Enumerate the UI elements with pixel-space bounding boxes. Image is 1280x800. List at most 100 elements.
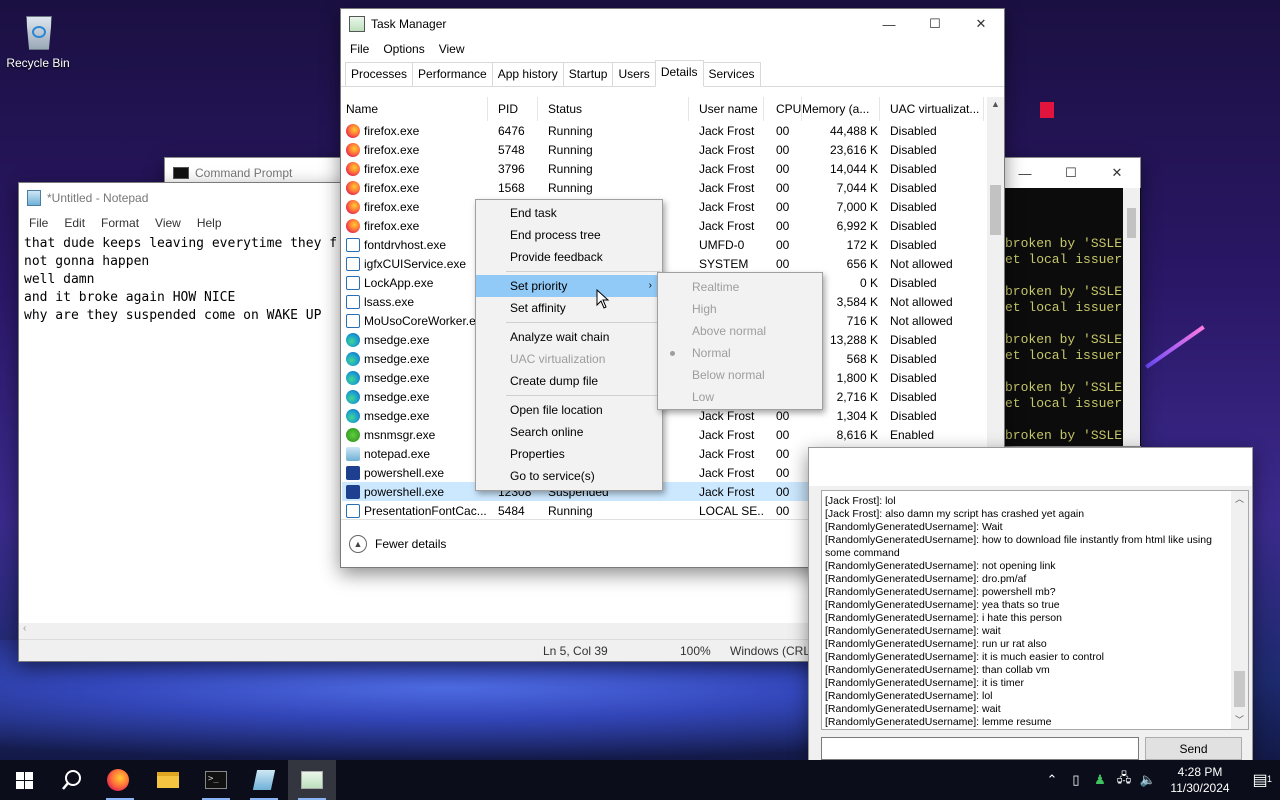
taskbar-command-prompt[interactable]: >_	[192, 760, 240, 800]
people-icon[interactable]: ♟	[1088, 772, 1112, 788]
process-row[interactable]: fontdrvhost.exe UMFD-0 00 172 K Disabled	[342, 235, 1004, 254]
tab-app-history[interactable]: App history	[491, 62, 564, 86]
menu-item-create-dump-file[interactable]: Create dump file	[476, 370, 662, 392]
network-icon[interactable]: 🖧	[1112, 769, 1136, 791]
cmd-console-output[interactable]: broken by 'SSLE et local issuer broken by …	[1003, 188, 1141, 446]
column-header[interactable]: Memory (a...	[802, 97, 880, 121]
chat-message: [RandomlyGeneratedUsername]: yea thats s…	[825, 599, 1060, 611]
process-status: Running	[548, 123, 593, 138]
notepad-menu-format[interactable]: Format	[93, 216, 147, 230]
menu-item-analyze-wait-chain[interactable]: Analyze wait chain	[476, 326, 662, 348]
recycle-bin-shortcut[interactable]: Recycle Bin	[4, 8, 72, 70]
console-line: broken by 'SSLE	[1005, 236, 1123, 251]
process-row[interactable]: igfxCUIService.exe SYSTEM 00 656 K Not allow…	[342, 254, 1004, 273]
chat-message: [RandomlyGeneratedUsername]: it is much …	[825, 651, 1104, 663]
priority-label: Above normal	[692, 324, 767, 338]
process-row[interactable]: firefox.exe 6476 Running Jack Frost 00 44,488…	[342, 121, 1004, 140]
tab-startup[interactable]: Startup	[562, 62, 614, 86]
column-header[interactable]: UAC virtualizat...	[880, 97, 984, 121]
column-header[interactable]: User name	[689, 97, 764, 121]
taskbar-file-explorer[interactable]	[144, 760, 192, 800]
menu-item-end-task[interactable]: End task	[476, 202, 662, 224]
tm-minimize-button[interactable]: —	[866, 9, 912, 39]
column-header[interactable]: CPU	[764, 97, 802, 121]
tab-processes[interactable]: Processes	[345, 62, 414, 86]
process-row[interactable]: firefox.exe 1568 Running Jack Frost 00 7,044 …	[342, 178, 1004, 197]
firefox-icon	[346, 123, 360, 138]
cmd-minimize-button[interactable]: —	[1002, 158, 1048, 188]
menu-item-provide-feedback[interactable]: Provide feedback	[476, 246, 662, 268]
cmd-scrollbar[interactable]	[1123, 188, 1140, 446]
taskbar-task-manager[interactable]	[288, 760, 336, 800]
menu-item-search-online[interactable]: Search online	[476, 421, 662, 443]
zoom-level: 100%	[680, 644, 711, 658]
taskbar-notepad[interactable]	[240, 760, 288, 800]
scroll-up-icon[interactable]: ▲	[987, 99, 1004, 109]
start-button[interactable]	[0, 760, 48, 800]
tab-performance[interactable]: Performance	[412, 62, 493, 86]
process-row[interactable]: firefox.exe Jack Frost 00 6,992 K Disabled	[342, 216, 1004, 235]
process-row[interactable]: firefox.exe 5748 Running Jack Frost 00 23,616…	[342, 140, 1004, 159]
send-button[interactable]: Send	[1145, 737, 1242, 760]
menu-item-set-affinity[interactable]: Set affinity	[476, 297, 662, 319]
notepad-menu-help[interactable]: Help	[189, 216, 230, 230]
chevron-up-icon[interactable]: ︿	[1231, 493, 1248, 506]
menu-item-end-process-tree[interactable]: End process tree	[476, 224, 662, 246]
clock[interactable]: 4:28 PM 11/30/2024	[1160, 764, 1240, 796]
firefox-icon	[346, 180, 360, 195]
search-button[interactable]	[48, 760, 96, 800]
process-row[interactable]: firefox.exe 3796 Running Jack Frost 00 14,044…	[342, 159, 1004, 178]
notepad-hscrollbar[interactable]: ‹	[19, 623, 837, 639]
chat-message: [RandomlyGeneratedUsername]: powershell …	[825, 586, 1056, 598]
tm-menu-options[interactable]: Options	[376, 42, 431, 56]
volume-icon[interactable]: 🔈	[1136, 772, 1160, 788]
column-header[interactable]: Status	[538, 97, 689, 121]
menu-item-label: End process tree	[510, 228, 601, 242]
chat-log[interactable]: [Jack Frost]: lol [Jack Frost]: also damn…	[821, 490, 1249, 730]
process-user: Jack Frost	[699, 484, 755, 499]
task-manager-icon	[301, 771, 323, 789]
chat-window[interactable]: [Jack Frost]: lol [Jack Frost]: also damn…	[808, 447, 1253, 765]
menu-item-go-to-service-s[interactable]: Go to service(s)	[476, 465, 662, 487]
tm-menu-view[interactable]: View	[432, 42, 472, 56]
process-name: msnmsgr.exe	[364, 427, 436, 442]
notepad-menu-view[interactable]: View	[147, 216, 189, 230]
process-row[interactable]: msnmsgr.exe Jack Frost 00 8,616 K Enabled	[342, 425, 1004, 444]
chat-scrollbar[interactable]: ︿ ﹀	[1231, 491, 1248, 729]
priority-above-normal: Above normal	[658, 320, 822, 342]
chat-message-input[interactable]	[821, 737, 1139, 760]
tablet-icon[interactable]: ▯	[1064, 772, 1088, 788]
cmd-maximize-button[interactable]: ☐	[1048, 158, 1094, 188]
tab-details[interactable]: Details	[654, 60, 704, 87]
process-uac: Disabled	[890, 237, 937, 252]
notepad-menu-file[interactable]: File	[21, 216, 56, 230]
process-name: msedge.exe	[364, 351, 430, 366]
tab-users[interactable]: Users	[612, 62, 656, 86]
tab-services[interactable]: Services	[702, 62, 761, 86]
column-header[interactable]: Name	[342, 97, 488, 121]
tm-menu-file[interactable]: File	[343, 42, 376, 56]
fewer-details-label: Fewer details	[375, 536, 447, 551]
notepad-text-area[interactable]: that dude keeps leaving everytime they f…	[24, 235, 337, 325]
chat-header	[809, 448, 1252, 486]
notification-center-button[interactable]: ▤ 1	[1240, 770, 1280, 790]
menu-item-properties[interactable]: Properties	[476, 443, 662, 465]
process-row[interactable]: firefox.exe Jack Frost 00 7,000 K Disabled	[342, 197, 1004, 216]
menu-item-set-priority[interactable]: Set priority ›	[476, 275, 662, 297]
chevron-up-icon[interactable]: ⌃	[1040, 772, 1064, 788]
menu-item-open-file-location[interactable]: Open file location	[476, 399, 662, 421]
process-mem: 656 K	[846, 256, 878, 271]
priority-label: High	[692, 302, 717, 316]
process-cpu: 00	[776, 218, 790, 233]
column-header[interactable]: PID	[488, 97, 538, 121]
chevron-down-icon[interactable]: ﹀	[1231, 714, 1248, 727]
cmd-close-button[interactable]: ✕	[1094, 158, 1140, 188]
process-name: firefox.exe	[364, 199, 420, 214]
cursor-position: Ln 5, Col 39	[543, 644, 608, 658]
tm-close-button[interactable]: ✕	[958, 9, 1004, 39]
notepad-menu-edit[interactable]: Edit	[56, 216, 93, 230]
taskbar-firefox[interactable]	[96, 760, 144, 800]
menu-item-label: Analyze wait chain	[510, 330, 610, 344]
tm-maximize-button[interactable]: ☐	[912, 9, 958, 39]
